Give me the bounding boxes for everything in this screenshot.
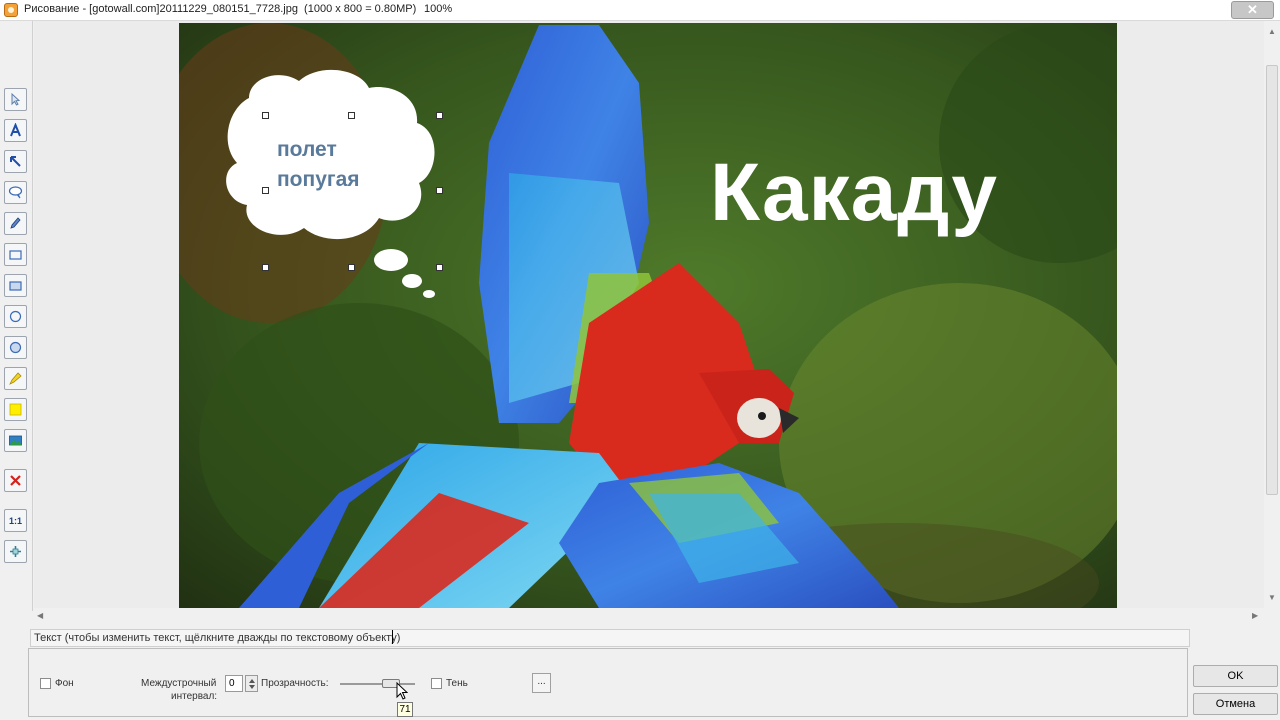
fit-arrows-icon [10,546,21,557]
ok-button[interactable]: OK [1193,665,1278,687]
line-spacing-label-line2: интервал: [171,691,218,702]
selection-handle[interactable] [436,264,443,271]
arrow-icon [10,156,21,167]
filled-ellipse-tool-button[interactable] [4,336,27,359]
image-tool-button[interactable] [4,429,27,452]
color-swatch-icon [9,403,22,416]
shadow-label: Тень [446,678,468,689]
zoom-level: 100% [424,3,453,15]
pen-tool-button[interactable] [4,212,27,235]
title-bar: Рисование - [gotowall.com]20111229_08015… [0,0,1280,21]
cancel-button[interactable]: Отмена [1193,693,1278,715]
caption-text[interactable]: Какаду [710,146,998,240]
scroll-left-arrow-icon[interactable]: ◀ [37,611,43,620]
ellipse-tool-button[interactable] [4,305,27,328]
arrow-tool-button[interactable] [4,150,27,173]
status-bar: Текст (чтобы изменить текст, щёлкните дв… [30,629,1190,647]
selection-handle[interactable] [262,264,269,271]
rectangle-outline-icon [9,250,22,260]
filled-rectangle-tool-button[interactable] [4,274,27,297]
parrot-photo [179,23,1117,608]
shadow-checkbox[interactable] [431,678,442,689]
status-text: Текст (чтобы изменить текст, щёлкните дв… [34,632,401,644]
window-title: Рисование - [gotowall.com]20111229_08015… [24,3,417,15]
selection-handle[interactable] [436,112,443,119]
transparency-label: Прозрачность: [261,678,329,689]
drawing-toolbar: 1:1 [0,21,33,611]
background-checkbox[interactable] [40,678,51,689]
selection-handle[interactable] [436,187,443,194]
selection-handle[interactable] [348,112,355,119]
pointer-icon [11,92,21,106]
highlighter-tool-button[interactable] [4,367,27,390]
fit-tool-button[interactable] [4,540,27,563]
bubble-text-line2: попугая [277,168,360,191]
mouse-cursor-icon [396,682,408,700]
parrot-image [179,23,1117,608]
selection-handle[interactable] [262,112,269,119]
bubble-text[interactable]: полет попугая [277,135,360,195]
one-to-one-icon: 1:1 [8,515,22,526]
text-a-icon [10,123,21,137]
text-tool-button[interactable] [4,119,27,142]
background-label: Фон [55,678,74,689]
ellipse-outline-icon [9,310,22,323]
rectangle-tool-button[interactable] [4,243,27,266]
selection-handle[interactable] [262,187,269,194]
paint-app-icon [4,3,18,17]
transparency-tooltip: 71 [397,702,413,717]
actual-size-tool-button[interactable]: 1:1 [4,509,27,532]
red-x-icon [10,475,21,486]
selection-handle[interactable] [348,264,355,271]
pencil-icon [10,217,21,229]
scroll-down-arrow-icon[interactable]: ▼ [1268,593,1276,602]
line-spacing-input[interactable]: 0 [225,675,243,692]
vertical-scroll-thumb[interactable] [1266,65,1278,495]
callout-tool-button[interactable] [4,181,27,204]
delete-tool-button[interactable] [4,469,27,492]
horizontal-scrollbar[interactable]: ◀ ▶ [34,608,1264,624]
vertical-scrollbar[interactable]: ▲ ▼ [1264,21,1280,608]
ellipse-filled-icon [9,341,22,354]
text-caret [392,630,393,644]
more-options-button[interactable]: ... [532,673,551,693]
color-tool-button[interactable] [4,398,27,421]
scroll-up-arrow-icon[interactable]: ▲ [1268,27,1276,36]
close-button[interactable]: ✕ [1231,1,1274,19]
rectangle-filled-icon [9,281,22,291]
speech-bubble-icon [8,186,23,199]
drawing-canvas[interactable] [34,21,1264,608]
line-spacing-spinner[interactable] [245,675,258,692]
select-tool-button[interactable] [4,88,27,111]
bubble-text-line1: полет [277,138,337,161]
line-spacing-label-line1: Междустрочный [141,678,217,689]
scroll-right-arrow-icon[interactable]: ▶ [1252,611,1258,620]
image-icon [9,435,22,446]
highlighter-icon [9,372,22,385]
